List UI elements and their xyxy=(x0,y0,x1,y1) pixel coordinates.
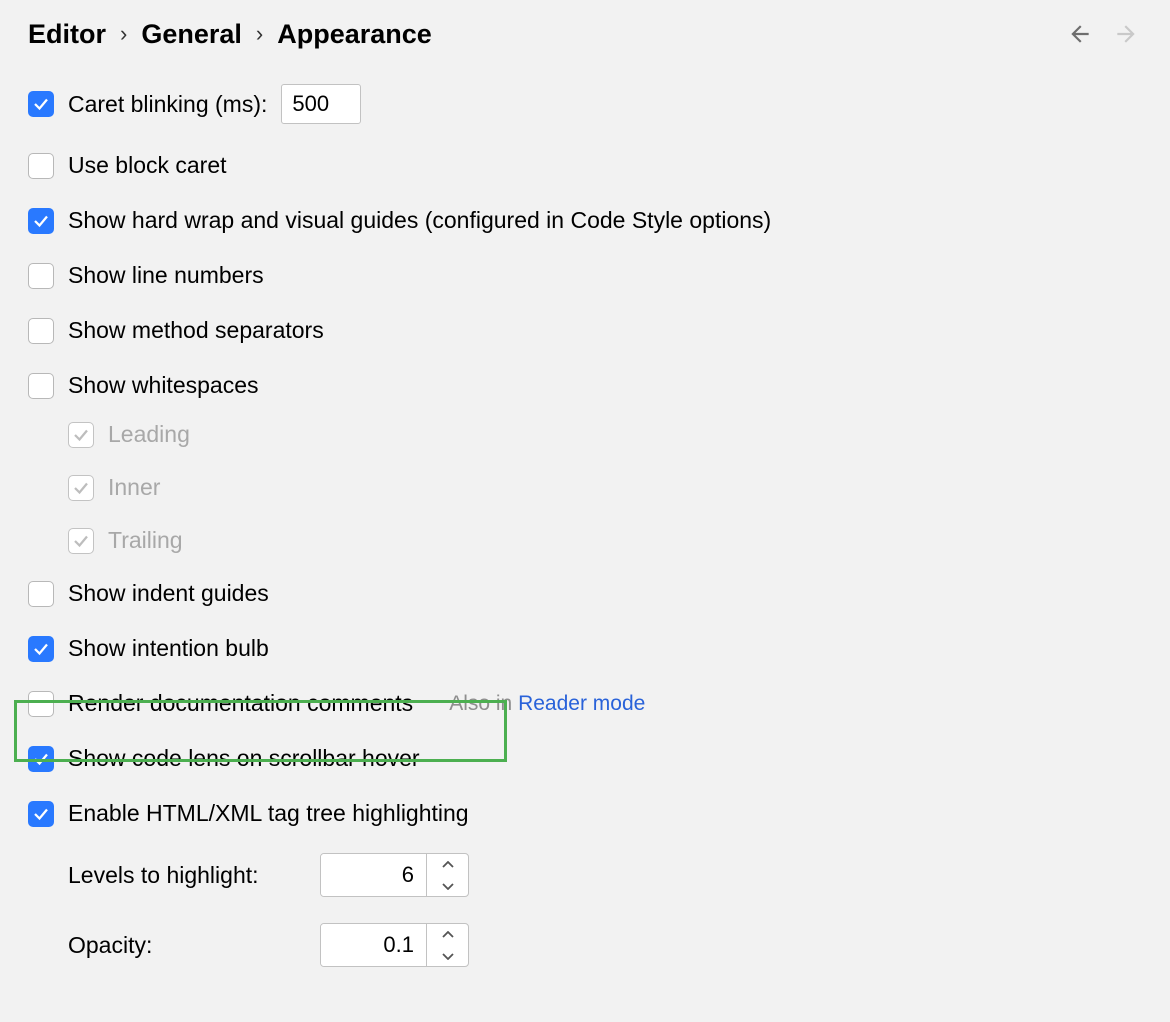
opacity-input[interactable] xyxy=(321,924,426,966)
opacity-label: Opacity: xyxy=(68,932,320,959)
use-block-caret-label: Use block caret xyxy=(68,152,227,179)
breadcrumb-item-editor[interactable]: Editor xyxy=(28,19,106,50)
levels-stepper-down[interactable] xyxy=(427,875,468,896)
whitespace-trailing-checkbox xyxy=(68,528,94,554)
levels-to-highlight-input[interactable] xyxy=(321,854,426,896)
show-hard-wrap-checkbox[interactable] xyxy=(28,208,54,234)
chevron-right-icon: › xyxy=(256,21,263,47)
arrow-right-icon xyxy=(1113,21,1139,47)
breadcrumb-item-general[interactable]: General xyxy=(141,19,242,50)
whitespace-inner-checkbox xyxy=(68,475,94,501)
enable-tag-tree-checkbox[interactable] xyxy=(28,801,54,827)
use-block-caret-checkbox[interactable] xyxy=(28,153,54,179)
show-code-lens-checkbox[interactable] xyxy=(28,746,54,772)
show-indent-guides-checkbox[interactable] xyxy=(28,581,54,607)
whitespace-leading-checkbox xyxy=(68,422,94,448)
show-line-numbers-checkbox[interactable] xyxy=(28,263,54,289)
back-button[interactable] xyxy=(1064,18,1096,50)
chevron-up-icon xyxy=(442,931,454,939)
enable-tag-tree-label: Enable HTML/XML tag tree highlighting xyxy=(68,800,469,827)
breadcrumb-item-appearance[interactable]: Appearance xyxy=(277,19,432,50)
opacity-stepper-down[interactable] xyxy=(427,945,468,966)
render-doc-hint: Also in Reader mode xyxy=(449,692,645,716)
caret-blinking-label: Caret blinking (ms): xyxy=(68,91,267,118)
forward-button[interactable] xyxy=(1110,18,1142,50)
whitespace-trailing-label: Trailing xyxy=(108,527,183,554)
show-intention-bulb-label: Show intention bulb xyxy=(68,635,269,662)
show-whitespaces-checkbox[interactable] xyxy=(28,373,54,399)
levels-to-highlight-label: Levels to highlight: xyxy=(68,862,320,889)
reader-mode-link[interactable]: Reader mode xyxy=(518,692,645,715)
caret-blinking-input[interactable] xyxy=(281,84,361,124)
whitespace-leading-label: Leading xyxy=(108,421,190,448)
caret-blinking-checkbox[interactable] xyxy=(28,91,54,117)
whitespace-inner-label: Inner xyxy=(108,474,160,501)
show-method-separators-label: Show method separators xyxy=(68,317,324,344)
chevron-right-icon: › xyxy=(120,21,127,47)
breadcrumb: Editor › General › Appearance xyxy=(28,19,432,50)
show-hard-wrap-label: Show hard wrap and visual guides (config… xyxy=(68,207,771,234)
show-intention-bulb-checkbox[interactable] xyxy=(28,636,54,662)
opacity-stepper-up[interactable] xyxy=(427,924,468,945)
show-whitespaces-label: Show whitespaces xyxy=(68,372,259,399)
render-doc-comments-label: Render documentation comments xyxy=(68,690,413,717)
show-line-numbers-label: Show line numbers xyxy=(68,262,264,289)
show-indent-guides-label: Show indent guides xyxy=(68,580,269,607)
chevron-up-icon xyxy=(442,861,454,869)
chevron-down-icon xyxy=(442,952,454,960)
settings-panel: Caret blinking (ms): Use block caret Sho… xyxy=(0,56,1170,967)
levels-stepper-up[interactable] xyxy=(427,854,468,875)
show-method-separators-checkbox[interactable] xyxy=(28,318,54,344)
show-code-lens-label: Show code lens on scrollbar hover xyxy=(68,745,420,772)
arrow-left-icon xyxy=(1067,21,1093,47)
chevron-down-icon xyxy=(442,882,454,890)
render-doc-comments-checkbox[interactable] xyxy=(28,691,54,717)
